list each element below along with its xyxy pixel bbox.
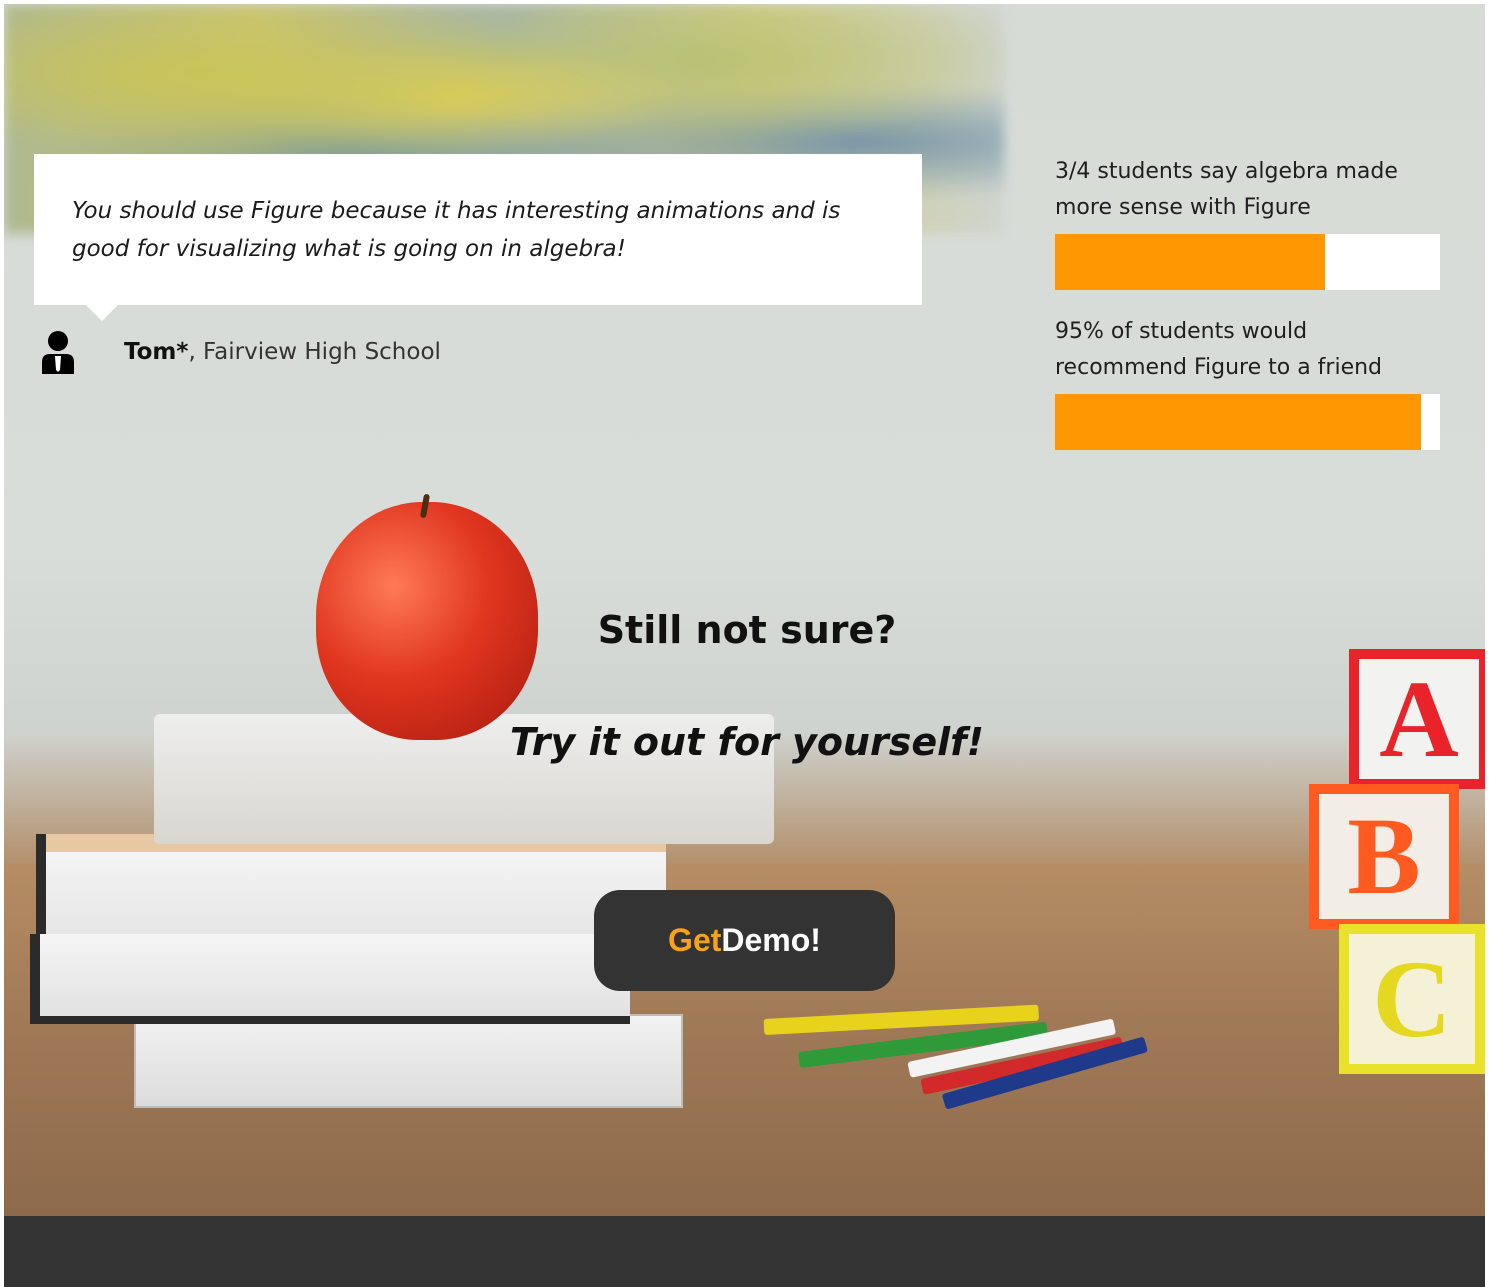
stats-panel: 3/4 students say algebra made more sense… — [1055, 154, 1440, 474]
stat-bar-recommend — [1055, 394, 1440, 450]
book-dark — [30, 934, 630, 1024]
author-name: Tom* — [124, 339, 189, 365]
block-b: B — [1309, 784, 1459, 929]
block-c: C — [1339, 924, 1485, 1074]
cta-title: Still not sure? — [597, 608, 897, 652]
cta-subtitle: Try it out for yourself! — [509, 720, 985, 764]
demo-button-get: Get — [668, 922, 722, 958]
block-a: A — [1349, 649, 1485, 789]
stat-bar-algebra — [1055, 234, 1440, 290]
stat-bar-fill — [1055, 234, 1325, 290]
testimonial-pointer — [86, 305, 118, 321]
author-line: Tom*, Fairview High School — [124, 339, 441, 365]
book-bottom — [134, 1014, 683, 1108]
get-demo-button[interactable]: Get Demo! — [594, 890, 895, 991]
book-middle — [36, 834, 666, 934]
testimonial-author: Tom*, Fairview High School — [40, 330, 441, 374]
footer-bar — [4, 1216, 1485, 1287]
person-suit-icon — [40, 330, 76, 374]
demo-button-demo: Demo! — [721, 922, 821, 958]
testimonial-quote: You should use Figure because it has int… — [72, 198, 841, 262]
stat-label-recommend: 95% of students would recommend Figure t… — [1055, 319, 1383, 380]
author-school: , Fairview High School — [188, 339, 441, 365]
testimonial-card: You should use Figure because it has int… — [34, 154, 922, 305]
stat-bar-fill — [1055, 394, 1421, 450]
stat-label-algebra: 3/4 students say algebra made more sense… — [1055, 159, 1398, 220]
